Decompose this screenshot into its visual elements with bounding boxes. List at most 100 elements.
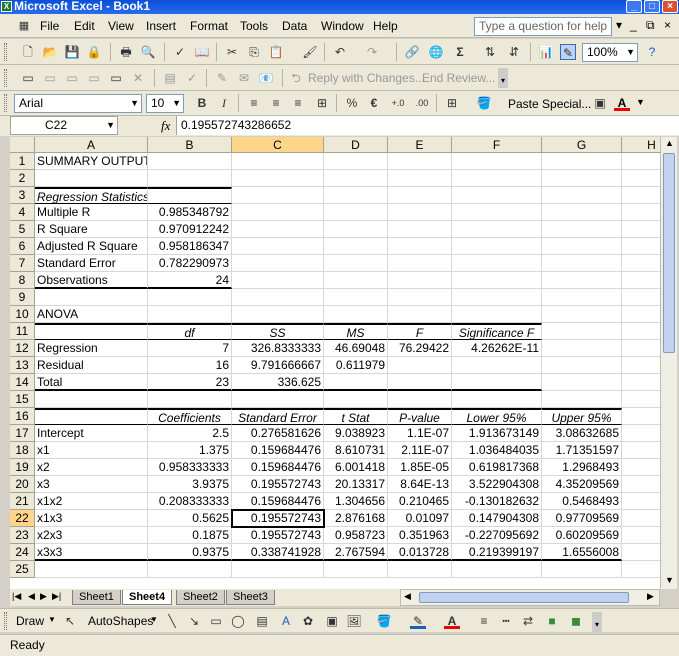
cell-h12[interactable] (622, 340, 660, 357)
cell-f18[interactable]: 1.036484035 (452, 442, 542, 459)
cell-g6[interactable] (542, 238, 622, 255)
scroll-down-icon[interactable]: ▼ (665, 575, 674, 585)
cell-b24[interactable]: 0.9375 (148, 544, 232, 561)
cell-f3[interactable] (452, 187, 542, 204)
column-header[interactable]: E (388, 137, 452, 153)
show-comment-icon[interactable]: ▭ (86, 70, 102, 86)
cell-a10[interactable]: ANOVA (35, 306, 148, 323)
cell-h23[interactable] (622, 527, 660, 544)
text-box-icon[interactable]: ▤ (254, 613, 270, 629)
cell-b19[interactable]: 0.958333333 (148, 459, 232, 476)
cell-e17[interactable]: 1.1E-07 (388, 425, 452, 442)
sheet-tab-active[interactable]: Sheet4 (122, 590, 173, 605)
formula-input[interactable]: 0.195572743286652 (176, 116, 679, 135)
cell-c2[interactable] (232, 170, 324, 187)
cell-e13[interactable] (388, 357, 452, 374)
cell-b22[interactable]: 0.5625 (148, 510, 232, 527)
row-header[interactable]: 20 (10, 476, 35, 493)
cell-b13[interactable]: 16 (148, 357, 232, 374)
cell-b4[interactable]: 0.985348792 (148, 204, 232, 221)
drawing-toggle-icon[interactable]: ✎ (560, 44, 576, 60)
row-header[interactable]: 15 (10, 391, 35, 408)
decrease-decimal-icon[interactable]: .00 (414, 95, 430, 111)
cell-c21[interactable]: 0.159684476 (232, 493, 324, 510)
cell-a17[interactable]: Intercept (35, 425, 148, 442)
font-name-select[interactable]: Arial ▼ (14, 94, 142, 113)
draw-menu-button[interactable]: Draw (16, 614, 44, 628)
cell-d20[interactable]: 20.13317 (324, 476, 388, 493)
cell-f16[interactable]: Lower 95% (452, 408, 542, 425)
cell-c8[interactable] (232, 272, 324, 289)
cell-f7[interactable] (452, 255, 542, 272)
font-size-select[interactable]: 10 ▼ (146, 94, 184, 113)
row-header[interactable]: 14 (10, 374, 35, 391)
row-header[interactable]: 6 (10, 238, 35, 255)
cell-b8[interactable]: 24 (148, 272, 232, 289)
percent-style-icon[interactable]: % (344, 95, 360, 111)
cell-a2[interactable] (35, 170, 148, 187)
cell-d6[interactable] (324, 238, 388, 255)
cell-c18[interactable]: 0.159684476 (232, 442, 324, 459)
previous-comment-icon[interactable]: ▭ (42, 70, 58, 86)
cell-a20[interactable]: x3 (35, 476, 148, 493)
vertical-scrollbar[interactable]: ▲ ▼ (660, 137, 677, 589)
web-icon[interactable]: 🌐 (428, 44, 444, 60)
cell-d2[interactable] (324, 170, 388, 187)
cell-g23[interactable]: 0.60209569 (542, 527, 622, 544)
cell-e3[interactable] (388, 187, 452, 204)
cell-h7[interactable] (622, 255, 660, 272)
cell-c20[interactable]: 0.195572743 (232, 476, 324, 493)
copy-icon[interactable]: ⎘ (246, 44, 262, 60)
prev-sheet-icon[interactable]: ◀ (28, 591, 35, 602)
cell-d5[interactable] (324, 221, 388, 238)
cell-h5[interactable] (622, 221, 660, 238)
cell-f11[interactable]: Significance F (452, 323, 542, 340)
align-center-icon[interactable]: ≡ (268, 95, 284, 111)
cell-g2[interactable] (542, 170, 622, 187)
paste-values-icon[interactable]: ▣ (592, 95, 608, 111)
cell-e8[interactable] (388, 272, 452, 289)
row-header[interactable]: 5 (10, 221, 35, 238)
draw-dropdown-icon[interactable]: ▼ (48, 615, 56, 624)
cell-b23[interactable]: 0.1875 (148, 527, 232, 544)
row-header[interactable]: 19 (10, 459, 35, 476)
cell-c11[interactable]: SS (232, 323, 324, 340)
autosum-icon[interactable]: Σ (452, 44, 468, 60)
cell-c15[interactable] (232, 391, 324, 408)
cell-c22[interactable]: 0.195572743 (232, 510, 324, 527)
cell-b20[interactable]: 3.9375 (148, 476, 232, 493)
cell-g13[interactable] (542, 357, 622, 374)
cell-f15[interactable] (452, 391, 542, 408)
oval-icon[interactable]: ◯ (230, 613, 246, 629)
cell-c1[interactable] (232, 153, 324, 170)
end-review-button[interactable]: End Review... (422, 71, 495, 85)
cell-a6[interactable]: Adjusted R Square (35, 238, 148, 255)
mdi-close-icon[interactable]: × (664, 18, 671, 32)
shadow-style-icon[interactable]: ■ (544, 613, 560, 629)
cell-h16[interactable] (622, 408, 660, 425)
cell-d25[interactable] (324, 561, 388, 578)
cell-g15[interactable] (542, 391, 622, 408)
cell-c19[interactable]: 0.159684476 (232, 459, 324, 476)
row-header[interactable]: 17 (10, 425, 35, 442)
select-objects-icon[interactable]: ↖ (62, 613, 78, 629)
cell-h19[interactable] (622, 459, 660, 476)
cell-a14[interactable]: Total (35, 374, 148, 391)
cell-f2[interactable] (452, 170, 542, 187)
toolbar-grip[interactable] (4, 43, 7, 61)
cell-h6[interactable] (622, 238, 660, 255)
cell-e5[interactable] (388, 221, 452, 238)
cell-g14[interactable] (542, 374, 622, 391)
cell-g19[interactable]: 1.2968493 (542, 459, 622, 476)
cell-b16[interactable]: Coefficients (148, 408, 232, 425)
undo-icon[interactable]: ↶ (332, 44, 348, 60)
cell-h1[interactable] (622, 153, 660, 170)
cell-e14[interactable] (388, 374, 452, 391)
cell-h17[interactable] (622, 425, 660, 442)
permission-icon[interactable]: 🔒 (86, 44, 102, 60)
cell-g9[interactable] (542, 289, 622, 306)
cell-h14[interactable] (622, 374, 660, 391)
autoshapes-button[interactable]: AutoShapes (88, 614, 153, 628)
cell-f21[interactable]: -0.130182632 (452, 493, 542, 510)
cell-g16[interactable]: Upper 95% (542, 408, 622, 425)
